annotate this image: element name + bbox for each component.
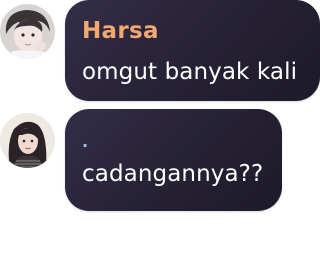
message-text: cadangannya??	[82, 161, 264, 187]
message-bubble[interactable]: Harsa omgut banyak kali	[65, 0, 320, 101]
message-bubble[interactable]: . cadangannya??	[65, 109, 282, 211]
avatar-boy-icon[interactable]	[0, 4, 55, 59]
avatar-girl-icon[interactable]	[0, 113, 55, 168]
message-text: omgut banyak kali	[82, 59, 298, 85]
sender-name[interactable]: Harsa	[82, 17, 304, 45]
sender-name[interactable]: .	[82, 134, 266, 151]
